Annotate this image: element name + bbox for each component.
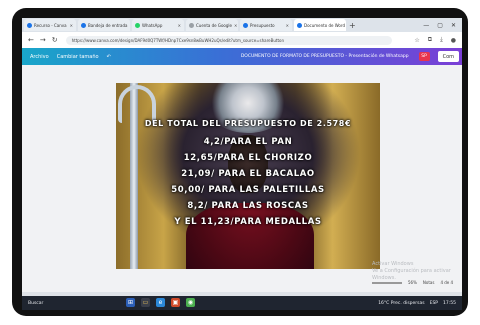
resize-button[interactable]: Cambiar tamaño: [57, 54, 99, 60]
address-bar-icons: ☆ ⧉ ⤓ ●: [414, 36, 462, 44]
zoom-controls: 56% Notas 4 de 4: [372, 280, 453, 285]
browser-tab-bar: Recurso - Canva✕ Bandeja de entrada✕ Wha…: [22, 18, 462, 32]
tab-close-icon[interactable]: ✕: [286, 23, 289, 28]
tab-favicon-icon: [135, 22, 140, 28]
slide-text-line[interactable]: Y EL 11,23/PARA MEDALLAS: [116, 217, 380, 227]
chrome-icon[interactable]: ◉: [186, 298, 195, 307]
page-indicator[interactable]: 4 de 4: [440, 280, 453, 285]
robe-image: [186, 203, 314, 269]
slide-text-line[interactable]: 21,09/ PARA EL BACALAO: [116, 169, 380, 179]
profile-icon[interactable]: ●: [451, 37, 456, 44]
clock[interactable]: 17:55: [443, 301, 456, 306]
url-field[interactable]: https://www.canva.com/design/DAF9d0Q7TWf…: [65, 35, 392, 45]
undo-icon[interactable]: ↶: [107, 54, 111, 60]
browser-tab-active[interactable]: Documento de Word✕: [294, 19, 346, 31]
edge-icon[interactable]: e: [156, 298, 165, 307]
address-bar-row: ← → ↻ https://www.canva.com/design/DAF9d…: [22, 32, 462, 49]
browser-tab[interactable]: WhatsApp ✕: [132, 19, 184, 31]
windows-taskbar: Buscar ⊞ ▭ e ▣ ◉ 16°C Prec. dispersas ES…: [22, 296, 462, 310]
browser-tab[interactable]: Presupuesto ✕: [240, 19, 292, 31]
tab-close-icon[interactable]: ✕: [130, 23, 131, 28]
file-menu[interactable]: Archivo: [30, 54, 49, 60]
tab-favicon-icon: [27, 22, 32, 28]
tab-favicon-icon: [297, 22, 302, 28]
tab-favicon-icon: [189, 22, 194, 28]
canvas-workspace: DEL TOTAL DEL PRESUPUESTO DE 2.578€ 4,2/…: [22, 65, 462, 292]
screen: Recurso - Canva✕ Bandeja de entrada✕ Wha…: [22, 18, 462, 310]
bookmark-star-icon[interactable]: ☆: [414, 37, 419, 44]
tab-close-icon[interactable]: ✕: [178, 23, 181, 28]
language-indicator[interactable]: ESP: [430, 301, 438, 306]
zoom-slider[interactable]: [372, 281, 402, 284]
close-window-button[interactable]: ✕: [451, 22, 456, 29]
tab-favicon-icon: [81, 22, 86, 28]
minimize-button[interactable]: —: [423, 22, 429, 29]
download-icon[interactable]: ⤓: [440, 36, 443, 44]
tab-favicon-icon: [243, 22, 248, 28]
slide-text-line[interactable]: 4,2/PARA EL PAN: [116, 137, 380, 147]
reload-icon[interactable]: ↻: [52, 36, 58, 44]
forward-icon[interactable]: →: [40, 36, 46, 44]
window-controls: — ▢ ✕: [423, 22, 462, 29]
file-explorer-icon[interactable]: ▭: [141, 298, 150, 307]
back-icon[interactable]: ←: [28, 36, 34, 44]
weather-status[interactable]: 16°C Prec. dispersas: [378, 301, 424, 306]
tab-close-icon[interactable]: ✕: [234, 23, 237, 28]
browser-tab[interactable]: Cuenta de Google ✕: [186, 19, 238, 31]
slide-text-line[interactable]: DEL TOTAL DEL PRESUPUESTO DE 2.578€: [116, 119, 380, 128]
start-icon[interactable]: ⊞: [126, 298, 135, 307]
new-tab-button[interactable]: +: [349, 21, 356, 30]
notes-button[interactable]: Notas: [423, 280, 435, 285]
slide-text-line[interactable]: 8,2/ PARA LAS ROSCAS: [116, 201, 380, 211]
watermark-title: Activar Windows: [372, 261, 414, 267]
browser-tab[interactable]: Bandeja de entrada✕: [78, 19, 130, 31]
taskbar-apps: ⊞ ▭ e ▣ ◉: [126, 298, 195, 307]
tab-close-icon[interactable]: ✕: [70, 23, 73, 28]
windows-activation-watermark: Activar Windows Ve a Configuración para …: [372, 261, 462, 282]
document-title[interactable]: DOCUMENTO DE FORMATO DE PRESUPUESTO - Pr…: [241, 54, 409, 59]
system-tray: 16°C Prec. dispersas ESP 17:55: [378, 301, 456, 306]
maximize-button[interactable]: ▢: [437, 22, 443, 29]
share-button[interactable]: Com: [437, 51, 459, 62]
slide[interactable]: DEL TOTAL DEL PRESUPUESTO DE 2.578€ 4,2/…: [116, 83, 380, 269]
slide-text-line[interactable]: 50,00/ PARA LAS PALETILLAS: [116, 185, 380, 195]
zoom-value[interactable]: 56%: [408, 280, 417, 285]
extensions-icon[interactable]: ⧉: [428, 36, 432, 44]
canva-toolbar: Archivo Cambiar tamaño ↶ DOCUMENTO DE FO…: [22, 48, 462, 65]
avatar[interactable]: SP: [418, 52, 430, 61]
store-icon[interactable]: ▣: [171, 298, 180, 307]
slide-text-line[interactable]: 12,65/PARA EL CHORIZO: [116, 153, 380, 163]
staff-crook-image: [118, 85, 156, 123]
taskbar-search[interactable]: Buscar: [28, 301, 43, 306]
browser-tab[interactable]: Recurso - Canva ✕: [24, 19, 76, 31]
